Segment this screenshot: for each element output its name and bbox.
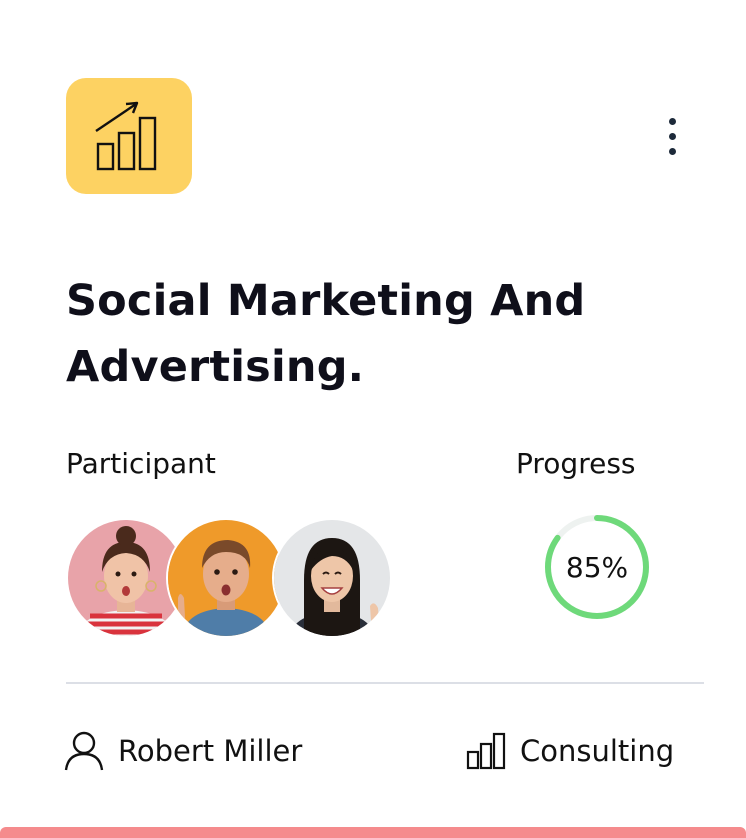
menu-dot [668, 117, 676, 125]
user-icon [64, 731, 104, 771]
owner-name: Robert Miller [118, 734, 303, 768]
card-accent-bar [0, 827, 746, 838]
bar-chart-icon [466, 732, 506, 770]
participant-3-avatar[interactable] [272, 518, 392, 638]
more-options-icon[interactable] [652, 110, 692, 162]
progress-label: Progress [516, 447, 636, 480]
project-icon-tile [66, 78, 192, 194]
progress-value: 85% [565, 550, 629, 584]
divider [66, 682, 704, 684]
project-title: Social Marketing And Advertising. [66, 276, 586, 392]
participant-label: Participant [66, 447, 216, 480]
menu-dot [668, 132, 676, 140]
owner-info: Robert Miller [64, 728, 302, 774]
project-card: Social Marketing And Advertising. Partic… [0, 0, 746, 838]
category-info: Consulting [466, 728, 674, 774]
chart-growth-icon [95, 101, 157, 171]
menu-dot [668, 147, 676, 155]
category-name: Consulting [520, 734, 675, 768]
participant-avatars [66, 518, 396, 640]
participant-2-avatar[interactable] [166, 518, 286, 638]
